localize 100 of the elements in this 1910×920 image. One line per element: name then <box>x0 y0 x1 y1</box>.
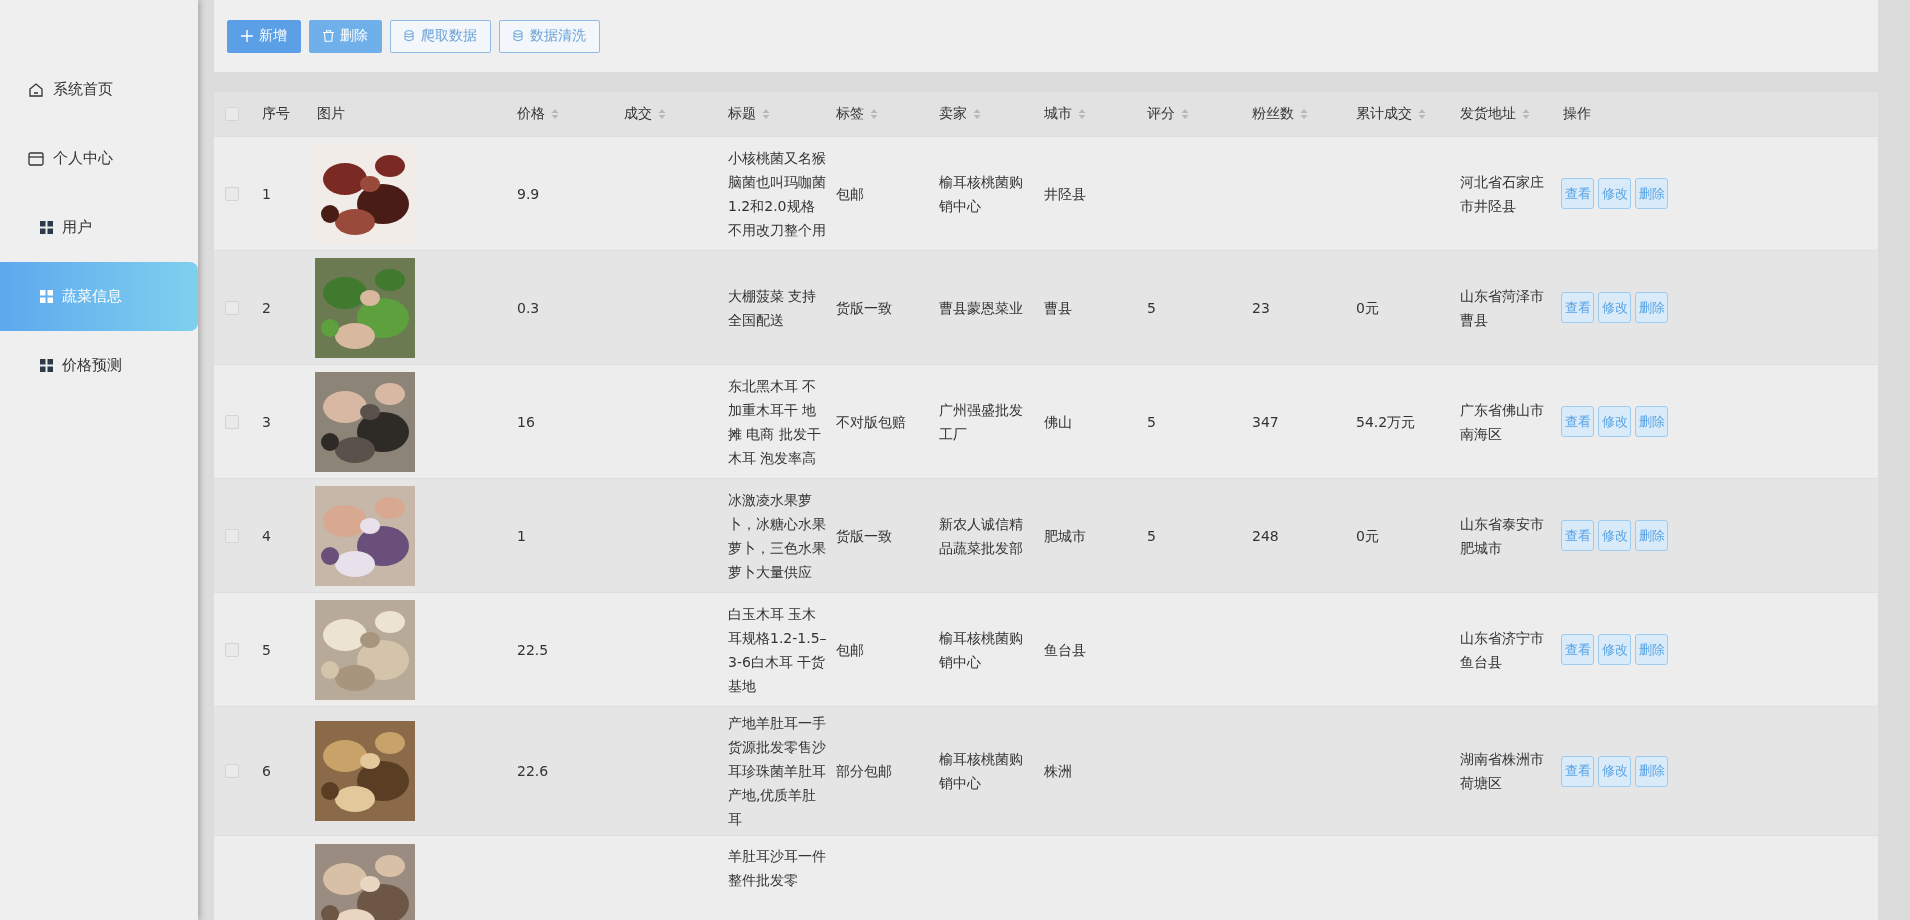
database-icon <box>404 30 415 42</box>
seller-cell-text: 榆耳核桃菌购销中心 <box>938 750 1024 793</box>
rating-cell-text: 5 <box>1146 412 1157 432</box>
action-button[interactable]: 修改 <box>1598 520 1631 551</box>
action-button[interactable]: 修改 <box>1598 634 1631 665</box>
tag-cell-text: 包邮 <box>835 640 865 660</box>
sort-icon[interactable] <box>762 108 770 120</box>
action-button[interactable]: 删除 <box>1635 406 1668 437</box>
sidebar-item[interactable]: 蔬菜信息 <box>0 262 198 331</box>
sort-icon[interactable] <box>1300 108 1308 120</box>
action-button[interactable]: 修改 <box>1598 406 1631 437</box>
sort-icon[interactable] <box>551 108 559 120</box>
home-icon <box>28 81 44 98</box>
database-icon <box>513 30 524 42</box>
sidebar-item[interactable]: 个人中心 <box>0 124 198 193</box>
action-button[interactable]: 查看 <box>1561 634 1594 665</box>
price-cell-text: 16 <box>516 412 536 432</box>
tag-cell-text: 货版一致 <box>835 526 893 546</box>
rating-cell-text: 5 <box>1146 526 1157 546</box>
index-cell-text: 4 <box>261 526 272 546</box>
action-button[interactable]: 删除 <box>1635 520 1668 551</box>
index-cell-text: 1 <box>261 184 272 204</box>
sidebar-item[interactable]: 价格预测 <box>0 331 198 400</box>
sort-icon[interactable] <box>1078 108 1086 120</box>
row-checkbox[interactable] <box>225 642 239 657</box>
action-button[interactable]: 删除 <box>1635 178 1668 209</box>
toolbar-button[interactable]: 删除 <box>309 19 382 53</box>
city-cell-text: 株洲 <box>1043 762 1073 781</box>
action-button[interactable]: 删除 <box>1635 634 1668 665</box>
fans-cell-text: 347 <box>1251 412 1280 432</box>
action-button[interactable]: 删除 <box>1635 292 1668 323</box>
fans-cell-text: 248 <box>1251 526 1280 546</box>
total-cell-text: 54.2万元 <box>1355 412 1417 432</box>
sort-icon[interactable] <box>1181 108 1189 120</box>
column-header: 价格 <box>517 105 545 123</box>
column-header: 图片 <box>317 105 345 123</box>
toolbar-button[interactable]: 爬取数据 <box>390 19 491 53</box>
tag-cell-text: 货版一致 <box>835 298 893 318</box>
index-cell-text: 6 <box>261 762 272 781</box>
sort-icon[interactable] <box>1522 108 1530 120</box>
city-cell-text: 肥城市 <box>1043 526 1087 546</box>
column-header: 标题 <box>728 105 756 123</box>
column-header: 城市 <box>1044 105 1072 123</box>
total-cell-text: 0元 <box>1355 298 1380 318</box>
column-header: 成交 <box>624 105 652 123</box>
index-cell-text: 5 <box>261 640 272 660</box>
address-cell-text: 山东省泰安市肥城市 <box>1459 514 1545 558</box>
sort-icon[interactable] <box>658 108 666 120</box>
column-header: 粉丝数 <box>1252 105 1294 123</box>
action-button[interactable]: 查看 <box>1561 292 1594 323</box>
action-button[interactable]: 查看 <box>1561 406 1594 437</box>
action-button[interactable]: 查看 <box>1561 755 1594 787</box>
toolbar-button[interactable]: 数据清洗 <box>499 19 600 53</box>
column-header: 操作 <box>1563 105 1591 123</box>
tag-cell-text: 包邮 <box>835 184 865 204</box>
city-cell-text: 佛山 <box>1043 412 1073 432</box>
plus-icon <box>241 30 253 42</box>
action-button[interactable]: 查看 <box>1561 520 1594 551</box>
grid-icon <box>40 221 53 234</box>
address-cell-text: 山东省济宁市鱼台县 <box>1459 628 1545 672</box>
address-cell-text: 山东省菏泽市曹县 <box>1459 286 1545 330</box>
title-cell-text: 大棚菠菜 支持全国配送 <box>727 286 818 330</box>
action-button[interactable]: 修改 <box>1598 178 1631 209</box>
address-cell-text: 河北省石家庄市井陉县 <box>1459 172 1545 216</box>
action-button[interactable]: 修改 <box>1598 292 1631 323</box>
seller-cell-text: 新农人诚信精品蔬菜批发部 <box>938 514 1024 558</box>
index-cell-text: 3 <box>261 412 272 432</box>
action-button[interactable]: 查看 <box>1561 178 1594 209</box>
title-cell-text: 东北黑木耳 不加重木耳干 地摊 电商 批发干木耳 泡发率高 <box>727 376 822 468</box>
column-header: 累计成交 <box>1356 105 1412 123</box>
title-cell-text: 冰激凌水果萝卜，冰糖心水果萝卜，三色水果萝卜大量供应 <box>727 490 827 582</box>
price-cell-text: 0.3 <box>516 298 541 318</box>
column-header: 评分 <box>1147 105 1175 123</box>
action-button[interactable]: 修改 <box>1598 755 1631 787</box>
action-button[interactable]: 删除 <box>1635 755 1668 787</box>
price-cell-text: 22.5 <box>516 640 550 660</box>
column-header: 卖家 <box>939 105 967 123</box>
city-cell-text: 鱼台县 <box>1043 640 1087 660</box>
sidebar-item[interactable]: 系统首页 <box>0 55 198 124</box>
title-cell-text: 羊肚耳沙耳一件整件批发零 <box>727 847 827 890</box>
trash-icon <box>323 30 334 42</box>
sort-icon[interactable] <box>870 108 878 120</box>
address-cell-text: 湖南省株洲市荷塘区 <box>1459 750 1545 793</box>
sidebar-item[interactable]: 用户 <box>0 193 198 262</box>
row-checkbox[interactable] <box>225 414 239 429</box>
sort-icon[interactable] <box>1418 108 1426 120</box>
seller-cell-text: 榆耳核桃菌购销中心 <box>938 628 1024 672</box>
row-checkbox[interactable] <box>225 186 239 201</box>
tag-cell-text: 不对版包赔 <box>835 412 907 432</box>
grid-icon <box>40 290 53 303</box>
city-cell-text: 井陉县 <box>1043 184 1087 204</box>
grid-icon <box>40 359 53 372</box>
index-cell-text: 2 <box>261 298 272 318</box>
toolbar-button[interactable]: 新增 <box>227 19 301 53</box>
sort-icon[interactable] <box>973 108 981 120</box>
seller-cell-text: 榆耳核桃菌购销中心 <box>938 172 1024 216</box>
city-cell-text: 曹县 <box>1043 298 1073 318</box>
title-cell-text: 产地羊肚耳一手货源批发零售沙耳珍珠菌羊肚耳产地,优质羊肚耳 <box>727 714 827 829</box>
rating-cell-text: 5 <box>1146 298 1157 318</box>
price-cell-text: 1 <box>516 526 527 546</box>
